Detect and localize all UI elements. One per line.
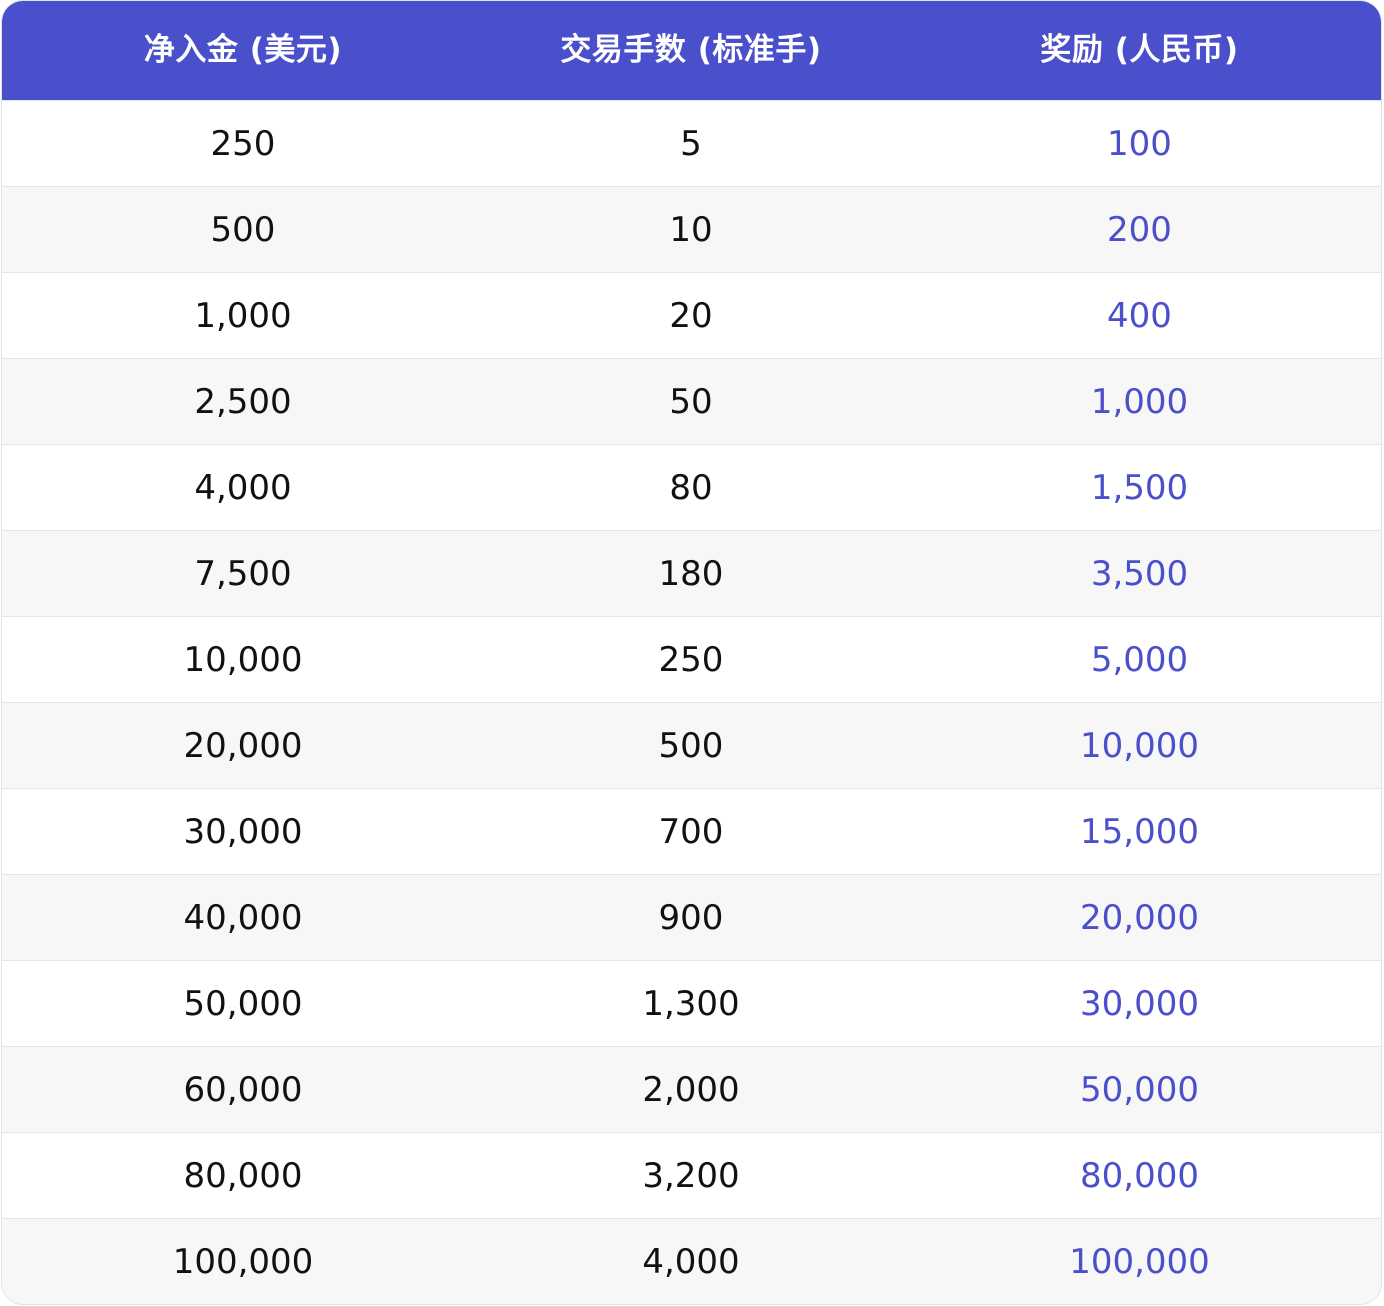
header-trading-lots: 交易手数 (标准手) <box>560 32 822 68</box>
cell-deposit: 1,000 <box>194 295 292 336</box>
cell-lots: 900 <box>658 897 724 938</box>
cell-lots: 2,000 <box>642 1069 740 1110</box>
cell-deposit: 10,000 <box>183 639 303 680</box>
cell-reward: 100,000 <box>1069 1242 1210 1282</box>
cell-reward: 1,000 <box>1090 381 1189 422</box>
cell-lots: 3,200 <box>642 1155 740 1196</box>
cell-deposit: 40,000 <box>183 897 303 938</box>
cell-reward: 200 <box>1107 209 1172 250</box>
cell-deposit: 500 <box>210 209 276 250</box>
table-header-row: 净入金 (美元) 交易手数 (标准手) 奖励 (人民币) <box>2 1 1381 101</box>
cell-deposit: 100,000 <box>172 1242 314 1282</box>
table-row: 40,000 900 20,000 <box>2 875 1381 961</box>
table-row: 60,000 2,000 50,000 <box>2 1047 1381 1133</box>
cell-reward: 400 <box>1107 295 1172 336</box>
cell-lots: 5 <box>680 123 702 164</box>
table-row: 250 5 100 <box>2 101 1381 187</box>
cell-lots: 1,300 <box>642 983 740 1024</box>
table-row: 10,000 250 5,000 <box>2 617 1381 703</box>
cell-deposit: 80,000 <box>183 1155 303 1196</box>
cell-lots: 180 <box>658 553 724 594</box>
header-reward: 奖励 (人民币) <box>1040 32 1239 68</box>
table-row: 2,500 50 1,000 <box>2 359 1381 445</box>
cell-deposit: 250 <box>210 123 276 164</box>
cell-reward: 10,000 <box>1080 725 1199 766</box>
cell-deposit: 2,500 <box>194 381 292 422</box>
cell-deposit: 7,500 <box>194 553 292 594</box>
cell-reward: 15,000 <box>1080 811 1199 852</box>
cell-deposit: 4,000 <box>194 467 292 508</box>
header-net-deposit: 净入金 (美元) <box>143 32 343 68</box>
cell-reward: 3,500 <box>1090 553 1189 594</box>
cell-lots: 250 <box>658 639 724 680</box>
cell-deposit: 50,000 <box>183 983 303 1024</box>
table-row: 20,000 500 10,000 <box>2 703 1381 789</box>
cell-lots: 20 <box>669 295 713 336</box>
table-row: 50,000 1,300 30,000 <box>2 961 1381 1047</box>
cell-lots: 80 <box>669 467 713 508</box>
cell-deposit: 20,000 <box>183 725 303 766</box>
table-row: 30,000 700 15,000 <box>2 789 1381 875</box>
cell-lots: 500 <box>658 725 724 766</box>
table-row: 4,000 80 1,500 <box>2 445 1381 531</box>
cell-lots: 50 <box>669 381 713 422</box>
cell-deposit: 60,000 <box>183 1069 303 1110</box>
table-row: 100,000 4,000 100,000 <box>2 1219 1381 1304</box>
table-row: 7,500 180 3,500 <box>2 531 1381 617</box>
cell-lots: 10 <box>669 209 713 250</box>
cell-reward: 1,500 <box>1090 467 1189 508</box>
cell-reward: 5,000 <box>1090 639 1189 680</box>
table-row: 80,000 3,200 80,000 <box>2 1133 1381 1219</box>
cell-deposit: 30,000 <box>183 811 303 852</box>
table-row: 500 10 200 <box>2 187 1381 273</box>
table-row: 1,000 20 400 <box>2 273 1381 359</box>
reward-table: 净入金 (美元) 交易手数 (标准手) 奖励 (人民币) 250 5 100 5… <box>1 0 1382 1305</box>
cell-lots: 4,000 <box>642 1242 740 1282</box>
cell-reward: 80,000 <box>1080 1155 1199 1196</box>
cell-lots: 700 <box>658 811 724 852</box>
cell-reward: 100 <box>1107 123 1172 164</box>
cell-reward: 30,000 <box>1080 983 1199 1024</box>
cell-reward: 50,000 <box>1080 1069 1199 1110</box>
cell-reward: 20,000 <box>1080 897 1199 938</box>
